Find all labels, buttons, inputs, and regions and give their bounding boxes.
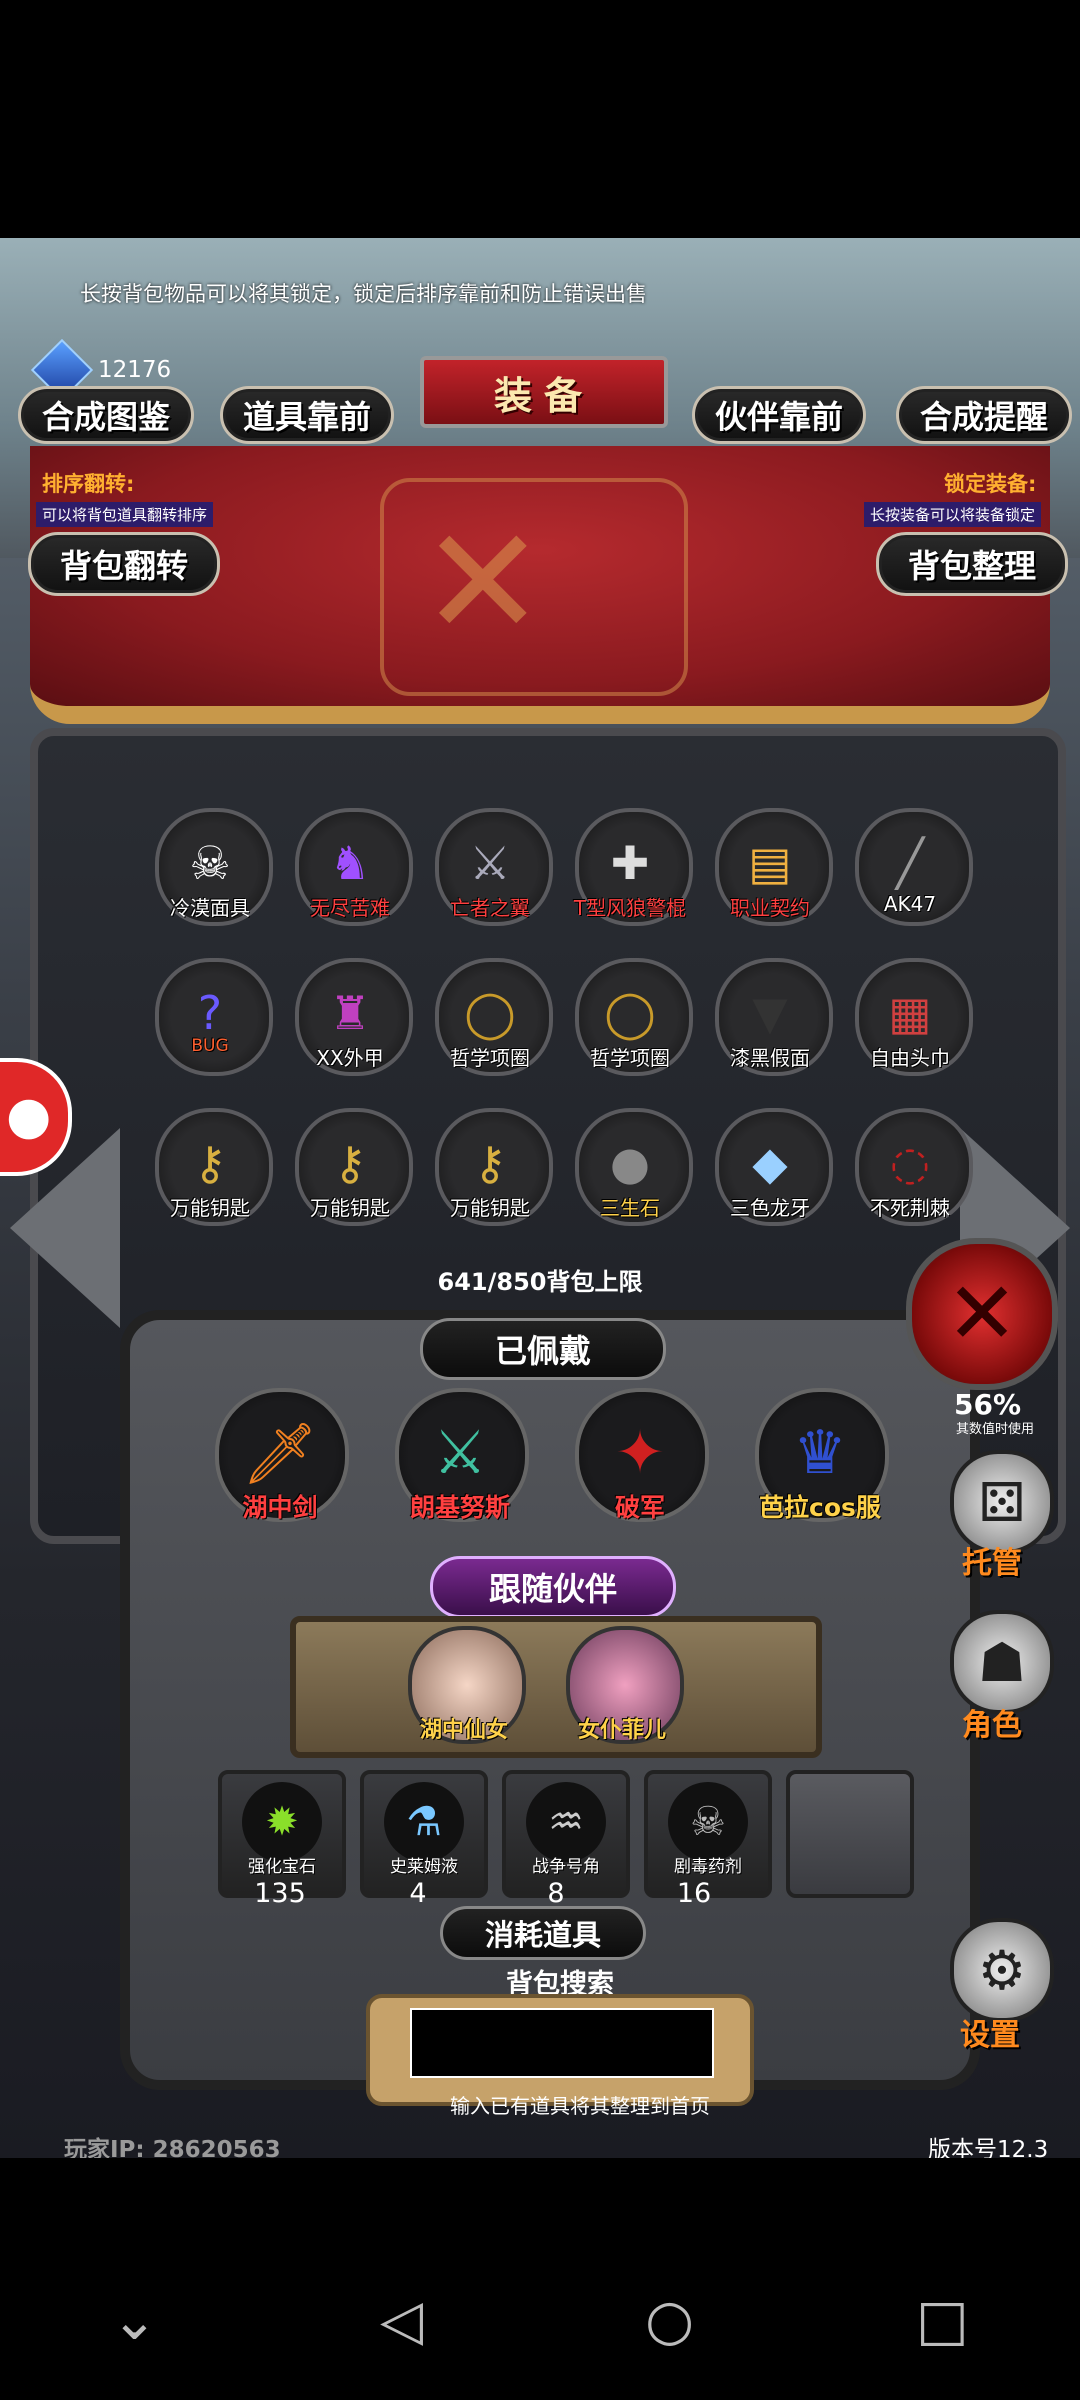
search-hint: 输入已有道具将其整理到首页	[450, 2094, 710, 2118]
search-input[interactable]	[410, 2008, 714, 2078]
equipped-slot[interactable]: 🗡 湖中剑	[210, 1388, 350, 1528]
chevron-down-icon[interactable]: ⌄	[111, 2288, 158, 2353]
inventory-slot[interactable]: ● 三生石	[555, 1108, 695, 1226]
equipped-slot[interactable]: ♛ 芭拉cos服	[750, 1388, 890, 1528]
lock-info-label: 锁定装备:	[944, 472, 1037, 496]
inventory-slot[interactable]: ▤ 职业契约	[695, 808, 835, 926]
costume-icon: ♛	[793, 1418, 847, 1488]
auto-manage-label: 托管	[962, 1546, 1022, 1581]
spear-icon: ⚔	[433, 1418, 487, 1488]
key-icon: ⚷	[473, 1136, 507, 1190]
inventory-slot[interactable]: ♜ XX外甲	[275, 958, 415, 1076]
key-icon: ⚷	[193, 1136, 227, 1190]
inventory-slot[interactable]: ◯ 哲学项圈	[415, 958, 555, 1076]
inventory-slot[interactable]: ⚔ 亡者之翼	[415, 808, 555, 926]
inventory-slot[interactable]: ◆ 三色龙牙	[695, 1108, 835, 1226]
consumable-count: 16	[676, 1878, 712, 1909]
bandana-icon: ▦	[888, 986, 932, 1040]
inventory-slot[interactable]: ⚷ 万能钥匙	[275, 1108, 415, 1226]
close-button[interactable]: ✕	[906, 1238, 1058, 1390]
thorn-icon: ◌	[889, 1136, 931, 1190]
home-icon[interactable]: ○	[645, 2288, 694, 2353]
inventory-slot[interactable]: ◌ 不死荆棘	[835, 1108, 975, 1226]
hooded-role-icon[interactable]: ☗	[950, 1610, 1054, 1714]
knight-icon: ♞	[329, 836, 371, 890]
equipped-slot[interactable]: ⚔ 朗基努斯	[390, 1388, 530, 1528]
key-icon: ⚷	[333, 1136, 367, 1190]
companions-first-button[interactable]: 伙伴靠前	[692, 386, 866, 444]
version-label: 版本号12.3	[928, 2137, 1049, 2158]
empty-consumable-slot[interactable]	[786, 1770, 914, 1898]
stone-icon: ●	[609, 1136, 651, 1190]
person-icon: ●	[6, 1086, 52, 1146]
horn-icon: ♒	[526, 1782, 606, 1862]
sort-bag-button[interactable]: 背包整理	[876, 532, 1068, 596]
bug-label: BUG	[191, 1036, 229, 1056]
inventory-slot[interactable]: ⚷ 万能钥匙	[135, 1108, 275, 1226]
inventory-slot[interactable]: ♞ 无尽苦难	[275, 808, 415, 926]
settings-label: 设置	[960, 2018, 1020, 2053]
inventory-slot[interactable]: ╱ AK47	[835, 808, 975, 926]
inventory-slot[interactable]: ⚷ 万能钥匙	[415, 1108, 555, 1226]
usage-text: 其数值时使用	[956, 1422, 1035, 1437]
role-label: 角色	[962, 1708, 1022, 1743]
inventory-slot[interactable]: ✚ T型风狼警棍	[555, 808, 695, 926]
collar-icon: ◯	[464, 986, 516, 1040]
game-screen: 长按背包物品可以将其锁定，锁定后排序靠前和防止错误出售 12176 ✕ 合成图鉴…	[0, 238, 1080, 2158]
percent-text: 56%	[954, 1388, 1022, 1421]
consumables-title: 消耗道具	[440, 1906, 646, 1960]
armor-icon: ♜	[329, 986, 371, 1040]
recents-icon[interactable]: □	[916, 2288, 969, 2353]
back-icon[interactable]: ◁	[380, 2288, 423, 2353]
bag-capacity: 641/850背包上限	[437, 1268, 643, 1296]
collar-icon: ◯	[604, 986, 656, 1040]
mask-icon: ☠	[189, 836, 231, 890]
tip-text: 长按背包物品可以将其锁定，锁定后排序靠前和防止错误出售	[80, 282, 647, 306]
companion-label: 女仆菲儿	[577, 1718, 666, 1743]
currency-value: 12176	[98, 357, 172, 383]
rifle-icon: ╱	[896, 836, 924, 890]
sword-icon: 🗡	[241, 1418, 319, 1489]
player-ip: 玩家IP: 28620563	[64, 2137, 281, 2158]
flip-bag-button[interactable]: 背包翻转	[28, 532, 220, 596]
items-first-button[interactable]: 道具靠前	[220, 386, 394, 444]
dragon-wing-icon: ⚔	[469, 836, 511, 890]
system-navigation-bar: ⌄ ◁ ○ □	[0, 2240, 1080, 2400]
inventory-slot[interactable]: ◯ 哲学项圈	[555, 958, 695, 1076]
consumable-count: 8	[547, 1878, 565, 1909]
inventory-grid: ☠ 冷漠面具 ♞ 无尽苦难 ⚔ 亡者之翼 ✚ T型风狼警棍 ▤ 职业契约 ╱ AK47 ? B…	[135, 808, 975, 1226]
fang-icon: ◆	[752, 1136, 788, 1190]
red-blade-icon: ✦	[614, 1418, 666, 1488]
inventory-slot[interactable]: ☠ 冷漠面具	[135, 808, 275, 926]
flip-info-label: 排序翻转:	[42, 472, 135, 496]
inventory-slot[interactable]: ? BUG	[135, 958, 275, 1076]
potion-icon: ⚗	[384, 1782, 464, 1862]
scroll-icon: ▤	[748, 836, 792, 890]
synthesis-catalog-button[interactable]: 合成图鉴	[18, 386, 194, 444]
equipped-slot[interactable]: ✦ 破军	[570, 1388, 710, 1528]
green-gem-icon: ✹	[242, 1782, 322, 1862]
settings-gear-icon[interactable]: ⚙	[950, 1918, 1054, 2022]
synthesis-reminder-button[interactable]: 合成提醒	[896, 386, 1072, 444]
inventory-slot[interactable]: ▼ 漆黑假面	[695, 958, 835, 1076]
lock-info-desc: 长按装备可以将装备锁定	[864, 502, 1042, 527]
baton-icon: ✚	[610, 836, 650, 890]
equipped-title: 已佩戴	[420, 1318, 666, 1380]
shorts-icon: ▼	[752, 986, 788, 1040]
consumable-counts: 135 4 8 16	[218, 1878, 756, 1909]
emblem-x-icon: ✕	[420, 496, 546, 670]
equipped-row: 🗡 湖中剑 ⚔ 朗基努斯 ✦ 破军 ♛ 芭拉cos服	[210, 1388, 890, 1528]
page-title: 装备	[420, 356, 668, 428]
consumable-count: 4	[409, 1878, 427, 1909]
inventory-slot[interactable]: ▦ 自由头巾	[835, 958, 975, 1076]
companion-label: 湖中仙女	[419, 1718, 508, 1743]
companion-title: 跟随伙伴	[430, 1556, 676, 1618]
poison-icon: ☠	[668, 1782, 748, 1862]
consumable-count: 135	[254, 1878, 306, 1909]
flip-info-desc: 可以将背包道具翻转排序	[36, 502, 214, 527]
